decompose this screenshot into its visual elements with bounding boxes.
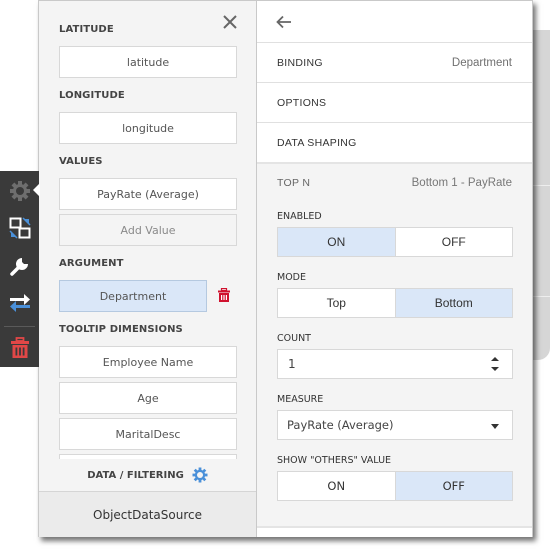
enabled-label: ENABLED [277, 211, 322, 222]
close-button[interactable] [221, 13, 239, 31]
binding-value: Department [451, 56, 512, 69]
data-filtering-label: DATA / FILTERING [87, 469, 184, 481]
measure-label: MEASURE [277, 394, 324, 405]
data-shaping-row[interactable]: DATA SHAPING [257, 122, 532, 162]
count-label: COUNT [277, 333, 311, 344]
close-icon [223, 15, 237, 29]
data-source-button[interactable]: ObjectDataSource [39, 491, 256, 537]
options-panel: BINDING Department OPTIONS DATA SHAPING … [257, 0, 533, 537]
measure-value: PayRate (Average) [287, 418, 394, 432]
show-others-toggle: ON OFF [277, 471, 513, 501]
latitude-label: LATITUDE [59, 24, 114, 35]
convert-icon [8, 217, 31, 239]
toolbar-interactivity-button[interactable] [0, 288, 39, 318]
top-n-summary: Bottom 1 - PayRate [411, 177, 512, 189]
top-n-section: TOP N Bottom 1 - PayRate ENABLED ON OFF … [257, 162, 532, 526]
mode-label: MODE [277, 272, 306, 283]
toolbar-divider [4, 326, 35, 327]
back-button[interactable] [275, 13, 293, 31]
binding-panel: LATITUDE latitude LONGITUDE longitude VA… [38, 0, 257, 537]
binding-key: BINDING [277, 56, 323, 69]
show-others-off-option[interactable]: OFF [394, 472, 512, 500]
enabled-on-option[interactable]: ON [278, 228, 395, 256]
tooltip-dimension-item[interactable]: Age [59, 382, 237, 414]
toolbar-convert-button[interactable] [0, 213, 39, 243]
top-n-title: TOP N [277, 177, 311, 189]
enabled-toggle: ON OFF [277, 227, 513, 257]
trash-icon [218, 287, 230, 302]
binding-scroll-area[interactable]: LATITUDE latitude LONGITUDE longitude VA… [39, 1, 256, 459]
trash-icon [10, 337, 29, 358]
binding-row[interactable]: BINDING Department [257, 42, 532, 82]
wrench-icon [9, 258, 28, 276]
data-filtering-button[interactable]: DATA / FILTERING [39, 459, 256, 491]
argument-field[interactable]: Department [59, 280, 207, 312]
tooltip-dimension-item[interactable]: MaritalDesc [59, 418, 237, 450]
longitude-label: LONGITUDE [59, 90, 125, 101]
top-n-header[interactable]: TOP N Bottom 1 - PayRate [277, 177, 512, 189]
spin-arrows-icon[interactable] [490, 354, 500, 374]
mode-top-option[interactable]: Top [278, 289, 395, 317]
options-row[interactable]: OPTIONS [257, 82, 532, 122]
show-others-label: SHOW "OTHERS" VALUE [277, 455, 392, 466]
toolbar-delete-button[interactable] [0, 333, 39, 363]
longitude-field[interactable]: longitude [59, 112, 237, 144]
show-others-on-option[interactable]: ON [278, 472, 395, 500]
values-label: VALUES [59, 156, 103, 167]
gear-icon [192, 467, 208, 483]
arrow-left-icon [276, 15, 291, 29]
enabled-off-option[interactable]: OFF [394, 228, 513, 256]
latitude-field[interactable]: latitude [59, 46, 237, 78]
add-value-button[interactable]: Add Value [59, 214, 237, 246]
data-shaping-key: DATA SHAPING [277, 136, 357, 149]
count-value: 1 [288, 357, 296, 371]
item-toolbar [0, 171, 40, 367]
measure-select[interactable]: PayRate (Average) [277, 410, 513, 440]
count-input[interactable]: 1 [277, 349, 513, 379]
delete-argument-button[interactable] [217, 287, 231, 302]
argument-label: ARGUMENT [59, 258, 124, 269]
tooltip-dimensions-label: TOOLTIP DIMENSIONS [59, 324, 183, 335]
toolbar-options-button[interactable] [0, 251, 39, 281]
active-indicator [33, 183, 40, 197]
chevron-down-icon [491, 424, 499, 429]
value-item[interactable]: PayRate (Average) [59, 178, 237, 210]
mode-bottom-option[interactable]: Bottom [394, 289, 512, 317]
gear-icon [9, 181, 30, 201]
options-key: OPTIONS [277, 96, 327, 109]
swap-icon [9, 294, 30, 312]
mode-toggle: Top Bottom [277, 288, 513, 318]
panel-bottom-edge [257, 526, 532, 537]
tooltip-dimension-item[interactable]: Employee Name [59, 346, 237, 378]
